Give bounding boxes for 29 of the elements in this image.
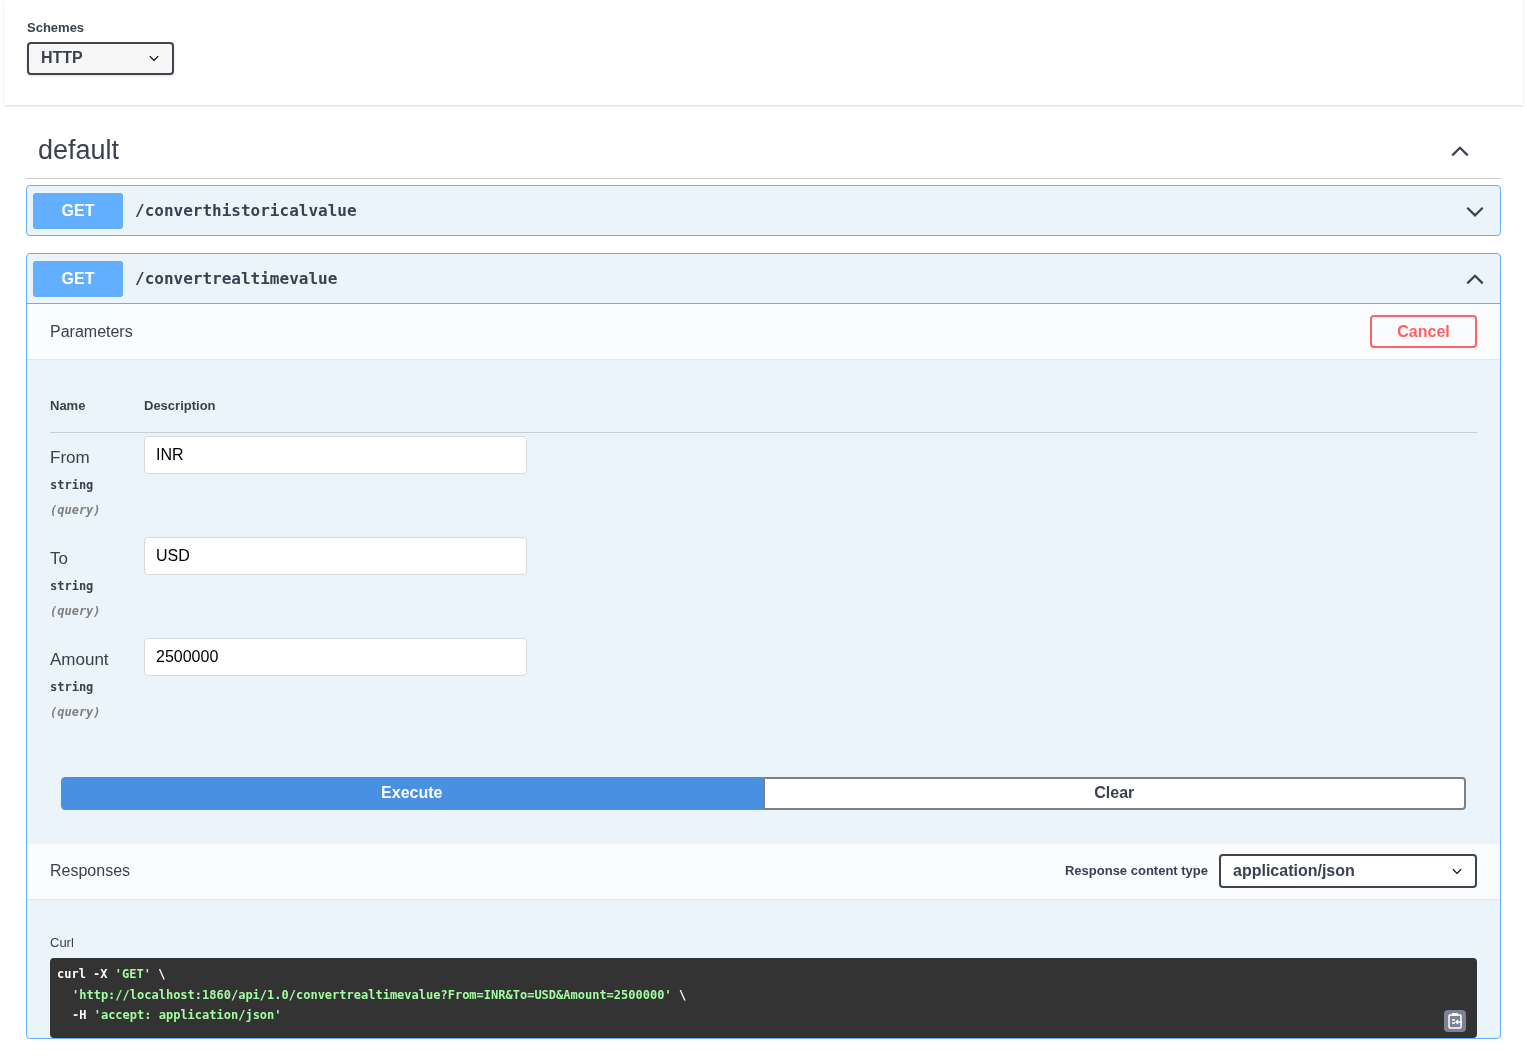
parameter-location: (query): [50, 501, 102, 519]
column-header: Name: [50, 397, 87, 415]
parameter-input[interactable]: 2500000: [144, 637, 527, 676]
code-line: -H 'accept: application/json': [72, 1007, 282, 1024]
code-line: curl -X 'GET' \: [57, 966, 166, 983]
parameter-location: (query): [50, 703, 102, 721]
parameter-type: string: [50, 476, 95, 494]
parameters-heading: Parameters: [50, 321, 133, 342]
code-line: 'http://localhost:1860/api/1.0/convertrealtimevalue?From=INR&To=USD&Amount=2500000' \: [72, 986, 687, 1004]
parameter-input[interactable]: USD: [144, 536, 527, 575]
curl-label: Curl: [50, 933, 75, 952]
parameter-location: (query): [50, 602, 102, 620]
schemes-select[interactable]: HTTP: [27, 41, 174, 75]
parameter-type: string: [50, 678, 95, 696]
endpoint-path[interactable]: /convertrealtimevalue: [135, 266, 1464, 291]
parameter-name: Amount: [50, 648, 110, 671]
copy-icon[interactable]: [1444, 1010, 1466, 1032]
section-title[interactable]: default: [38, 130, 120, 171]
content-type-select[interactable]: application/json: [1219, 854, 1477, 888]
parameter-name: From: [50, 446, 91, 469]
responses-heading: Responses: [50, 861, 131, 881]
content-type-label: Response content type: [1064, 862, 1208, 881]
parameter-input[interactable]: INR: [144, 435, 527, 474]
endpoint-path[interactable]: /converthistoricalvalue: [135, 198, 1464, 223]
schemes-label: Schemes: [27, 19, 86, 37]
parameter-type: string: [50, 577, 95, 595]
column-header: Description: [144, 397, 216, 415]
clear-button[interactable]: Clear: [762, 776, 1466, 810]
parameter-name: To: [50, 547, 69, 570]
